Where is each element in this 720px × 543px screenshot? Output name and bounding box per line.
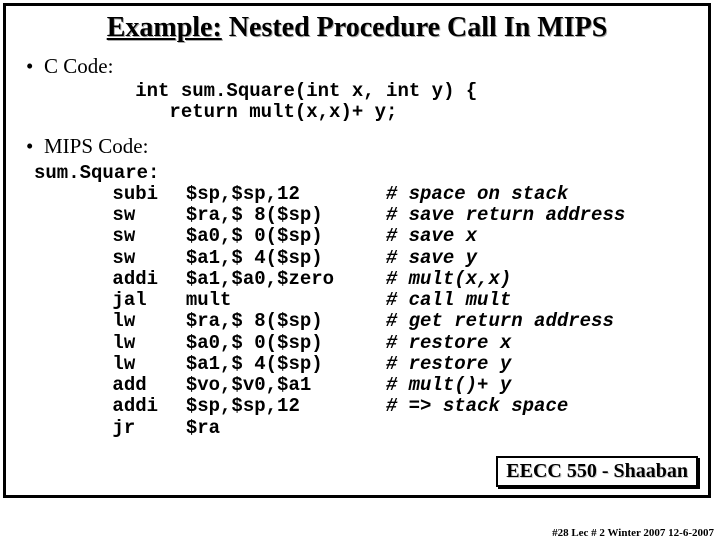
mips-args: $a0,$ 0($sp): [186, 333, 386, 354]
mips-comment: # restore y: [386, 354, 511, 375]
mips-comment: # save y: [386, 248, 477, 269]
mips-code-block: sum.Square: subi $sp,$sp,12# space on st…: [44, 163, 708, 439]
mips-comment: # call mult: [386, 290, 511, 311]
footer-box: EECC 550 - Shaaban: [496, 456, 698, 487]
mips-args: mult: [186, 290, 386, 311]
c-code-line: int sum.Square(int x, int y) {: [135, 80, 477, 102]
slide-frame: Example: Nested Procedure Call In MIPS •…: [3, 3, 711, 498]
bullet-icon: •: [26, 134, 44, 159]
section-mips-label: MIPS Code:: [44, 134, 148, 158]
mips-rows: subi $sp,$sp,12# space on stack sw $ra,$…: [44, 184, 708, 439]
mips-op: subi: [112, 184, 174, 205]
bullet-icon: •: [26, 54, 44, 79]
section-c-label: C Code:: [44, 54, 113, 78]
mips-args: $a1,$ 4($sp): [186, 248, 386, 269]
title-rest: Nested Procedure Call In MIPS: [222, 12, 608, 43]
mips-args: $ra: [186, 418, 386, 439]
mips-comment: # => stack space: [386, 396, 568, 417]
mips-args: $a1,$ 4($sp): [186, 354, 386, 375]
mips-args: $vo,$v0,$a1: [186, 375, 386, 396]
mips-op: sw: [112, 248, 174, 269]
mips-args: $ra,$ 8($sp): [186, 205, 386, 226]
mips-op: sw: [112, 205, 174, 226]
mips-args: $sp,$sp,12: [186, 396, 386, 417]
c-code-line: return mult(x,x)+ y;: [135, 101, 397, 123]
mips-comment: # space on stack: [386, 184, 568, 205]
mips-op: sw: [112, 226, 174, 247]
mips-comment: # get return address: [386, 311, 614, 332]
mips-comment: # save x: [386, 226, 477, 247]
mips-op: addi: [112, 269, 174, 290]
title-prefix: Example:: [107, 12, 222, 43]
mips-op: addi: [112, 396, 174, 417]
footer-line: #28 Lec # 2 Winter 2007 12-6-2007: [552, 527, 714, 539]
section-c-code: •C Code:: [26, 54, 708, 79]
section-mips-code: •MIPS Code:: [26, 134, 708, 159]
mips-comment: # mult(x,x): [386, 269, 511, 290]
mips-op: lw: [112, 311, 174, 332]
mips-args: $a0,$ 0($sp): [186, 226, 386, 247]
mips-args: $ra,$ 8($sp): [186, 311, 386, 332]
mips-op: lw: [112, 333, 174, 354]
mips-op: add: [112, 375, 174, 396]
mips-args: $a1,$a0,$zero: [186, 269, 386, 290]
mips-comment: # save return address: [386, 205, 625, 226]
mips-comment: # mult()+ y: [386, 375, 511, 396]
c-code-block: int sum.Square(int x, int y) { return mu…: [44, 81, 708, 124]
mips-op: jal: [112, 290, 174, 311]
mips-args: $sp,$sp,12: [186, 184, 386, 205]
mips-label: sum.Square:: [34, 162, 159, 184]
slide-title: Example: Nested Procedure Call In MIPS: [6, 6, 708, 44]
mips-op: lw: [112, 354, 174, 375]
mips-comment: # restore x: [386, 333, 511, 354]
mips-op: jr: [112, 418, 174, 439]
